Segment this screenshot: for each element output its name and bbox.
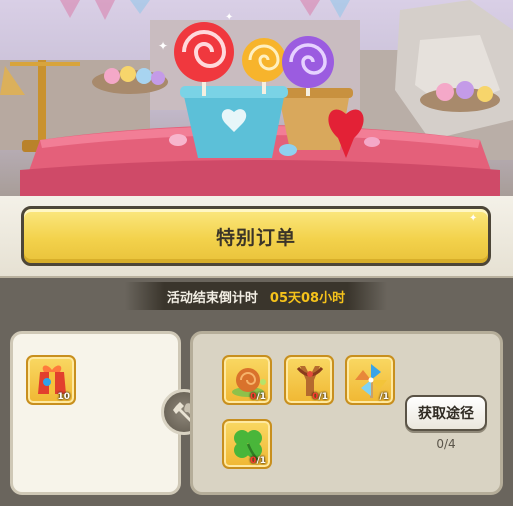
snail-count: 0/1	[250, 392, 266, 402]
sparkle-icon: ✦	[469, 213, 478, 224]
clover-count: 0/1	[250, 456, 266, 466]
event-title-banner: 特别订单 ✦	[21, 206, 491, 266]
requirement-slot-clover[interactable]: 0/1	[222, 419, 272, 469]
svg-text:✦: ✦	[225, 12, 233, 23]
collection-progress: 0/4	[436, 437, 456, 451]
countdown-value: 05天08小时	[269, 290, 346, 306]
slingshot-count: 0/1	[312, 392, 328, 402]
svg-text:✦: ✦	[158, 39, 168, 53]
event-title: 特别订单	[215, 226, 296, 249]
candy-shop-illustration: ✦ ✦	[0, 0, 513, 196]
event-countdown: 活动结束倒计时 05天08小时	[125, 282, 387, 310]
countdown-label: 活动结束倒计时	[166, 290, 258, 306]
pinwheel-count: /1	[379, 392, 389, 402]
reward-item-slot[interactable]: 10	[26, 355, 76, 405]
requirement-slot-slingshot[interactable]: 0/1	[284, 355, 334, 405]
event-banner: ✦ ✦	[0, 0, 513, 196]
requirement-slot-pinwheel[interactable]: /1	[345, 355, 395, 405]
reward-item-count: 10	[57, 392, 70, 402]
requirement-slot-snail[interactable]: 0/1	[222, 355, 272, 405]
get-source-button[interactable]: 获取途径	[405, 395, 487, 431]
